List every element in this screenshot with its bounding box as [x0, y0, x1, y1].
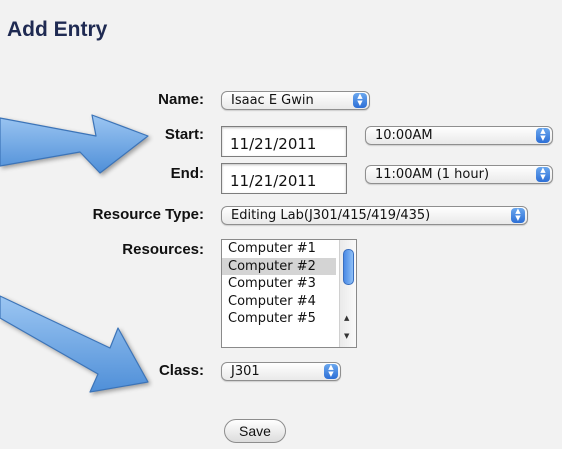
- add-entry-panel: Add Entry Name: Isaac E Gwin ▲ ▼ Start: 1…: [0, 0, 562, 449]
- callout-arrows: [0, 114, 149, 393]
- callout-arrow-class-icon: [0, 295, 149, 393]
- callout-arrow-dates-icon: [0, 114, 149, 174]
